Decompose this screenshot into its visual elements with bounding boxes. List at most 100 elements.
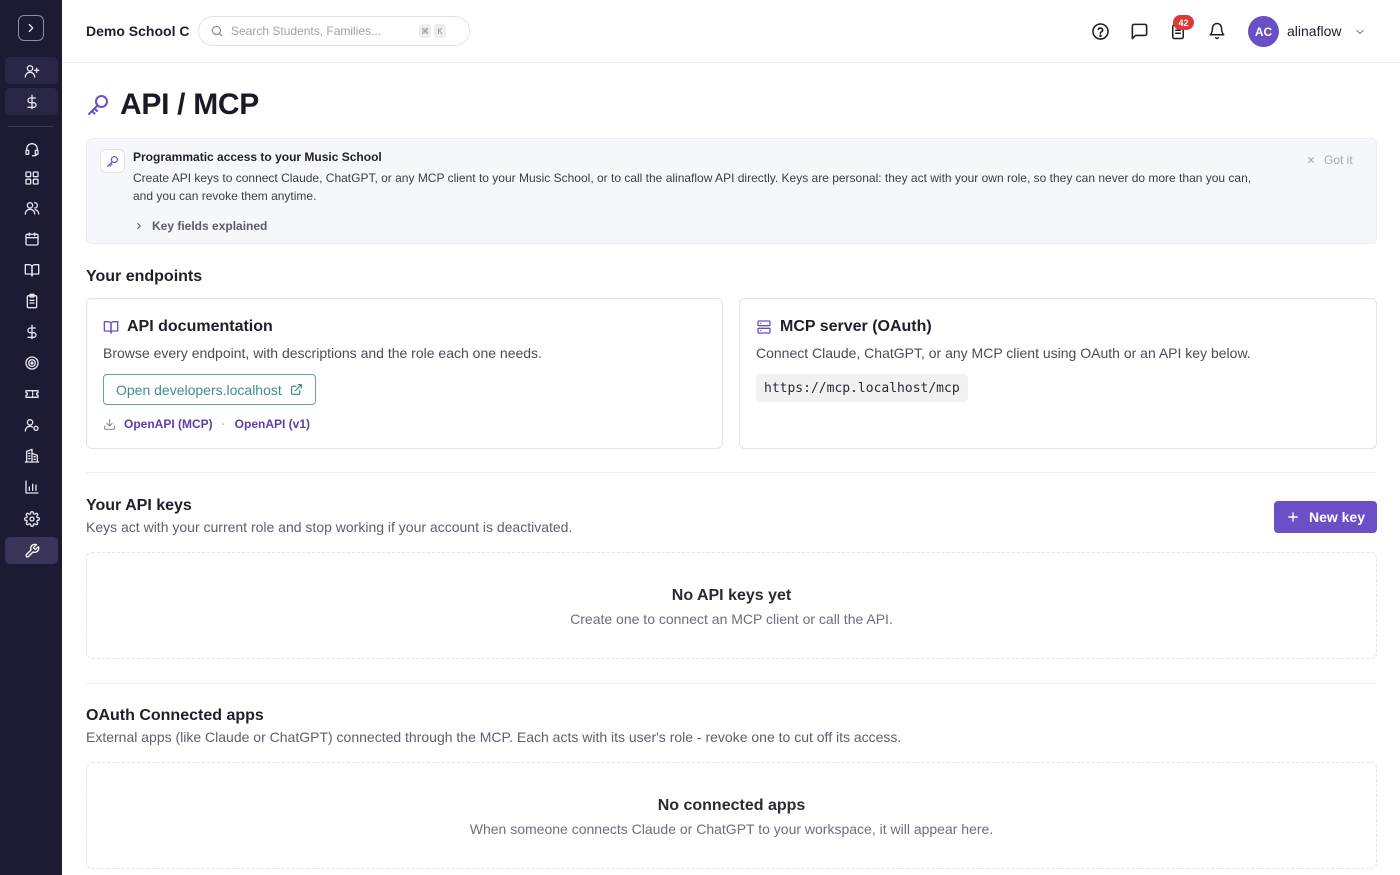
notifications-button[interactable] [1207, 21, 1227, 41]
oauth-apps-section-subtitle: External apps (like Claude or ChatGPT) c… [86, 729, 902, 745]
search-shortcut-k: K [434, 24, 446, 38]
avatar[interactable]: AC [1248, 16, 1279, 47]
api-documentation-title: API documentation [127, 318, 273, 335]
banner-title: Programmatic access to your Music School [133, 150, 382, 164]
sidebar-item-billing[interactable] [5, 88, 58, 115]
tasks-count-badge: 42 [1173, 15, 1194, 30]
page-title: API / MCP [120, 88, 259, 121]
external-link-icon [290, 384, 302, 395]
mcp-server-card: MCP server (OAuth) Connect Claude, ChatG… [739, 298, 1377, 449]
dismiss-banner-button[interactable]: Got it [1306, 153, 1353, 167]
sidebar-item-support[interactable] [5, 135, 58, 162]
help-circle-icon [1091, 22, 1109, 40]
sidebar-divider [8, 126, 54, 127]
sidebar-item-payments[interactable] [5, 318, 58, 345]
chevron-right-icon [28, 23, 34, 33]
wrench-icon [24, 543, 39, 558]
sidebar-item-staff[interactable] [5, 411, 58, 438]
oauth-apps-empty-title: No connected apps [657, 797, 806, 814]
open-developers-button[interactable]: Open developers.localhost [103, 374, 316, 405]
openapi-v1-link[interactable]: OpenAPI (v1) [235, 417, 310, 431]
endpoints-section-title: Your endpoints [86, 268, 203, 285]
openapi-links: OpenAPI (MCP) · OpenAPI (v1) [103, 417, 310, 431]
search-bar[interactable]: ⌘ K [198, 16, 470, 46]
sidebar-item-people[interactable] [5, 194, 58, 221]
mcp-url[interactable]: https://mcp.localhost/mcp [756, 374, 968, 402]
info-banner: Programmatic access to your Music School… [86, 138, 1377, 244]
api-keys-empty-subtitle: Create one to connect an MCP client or c… [570, 611, 893, 627]
search-icon [211, 25, 223, 37]
user-settings-icon [24, 418, 39, 432]
new-key-button[interactable]: New key [1274, 501, 1377, 533]
message-square-icon [1131, 23, 1147, 39]
building-icon [24, 448, 39, 463]
chevron-right-icon [137, 222, 141, 230]
help-button[interactable] [1090, 21, 1110, 41]
sidebar-item-developer-tools[interactable] [5, 537, 58, 564]
page-header: API / MCP [86, 88, 259, 122]
headset-icon [24, 142, 39, 156]
dollar-icon [26, 94, 37, 109]
ticket-icon [24, 389, 39, 398]
link-separator: · [221, 417, 226, 431]
key-fields-toggle[interactable]: Key fields explained [134, 219, 267, 233]
sidebar-item-tasks[interactable] [5, 287, 58, 314]
close-icon [1308, 157, 1314, 163]
gear-icon [23, 510, 40, 527]
clipboard-icon [26, 293, 37, 308]
messages-button[interactable] [1129, 21, 1149, 41]
sidebar [0, 0, 62, 875]
sidebar-item-locations[interactable] [5, 442, 58, 469]
api-keys-section-subtitle: Keys act with your current role and stop… [86, 519, 573, 535]
oauth-apps-section-title: OAuth Connected apps [86, 707, 264, 724]
new-key-label: New key [1308, 509, 1366, 525]
chevron-down-icon[interactable] [1354, 26, 1366, 38]
oauth-apps-empty-subtitle: When someone connects Claude or ChatGPT … [469, 821, 994, 837]
search-input[interactable] [231, 24, 416, 38]
sidebar-item-tickets[interactable] [5, 380, 58, 407]
dismiss-banner-label: Got it [1324, 153, 1353, 167]
sidebar-item-calendar[interactable] [5, 225, 58, 252]
api-keys-empty-state: No API keys yet Create one to connect an… [86, 552, 1377, 659]
school-name[interactable]: Demo School C [86, 23, 189, 39]
open-developers-label: Open developers.localhost [116, 381, 282, 398]
key-icon [107, 155, 118, 167]
plus-icon [1288, 512, 1298, 522]
bar-chart-icon [24, 479, 39, 494]
openapi-mcp-link[interactable]: OpenAPI (MCP) [124, 417, 213, 431]
user-plus-icon [24, 64, 39, 78]
sidebar-item-reports[interactable] [5, 473, 58, 500]
book-open-icon [103, 321, 119, 334]
sidebar-item-add-user[interactable] [5, 57, 58, 84]
calendar-icon [24, 231, 39, 246]
book-open-icon [24, 263, 39, 277]
key-fields-toggle-label: Key fields explained [152, 219, 268, 233]
dollar-icon [26, 324, 37, 339]
section-divider [86, 683, 1377, 684]
target-icon [24, 355, 39, 370]
sidebar-item-library[interactable] [5, 256, 58, 283]
topbar: Demo School C ⌘ K 42 AC alinaflow [62, 0, 1400, 63]
sidebar-toggle-button[interactable] [18, 15, 44, 41]
api-keys-empty-title: No API keys yet [671, 587, 792, 604]
download-icon [104, 418, 115, 430]
sidebar-item-settings[interactable] [5, 505, 58, 532]
users-icon [24, 201, 39, 215]
dashboard-grid-icon [24, 170, 39, 185]
banner-description: Create API keys to connect Claude, ChatG… [133, 171, 1252, 203]
api-documentation-description: Browse every endpoint, with descriptions… [103, 345, 542, 361]
sidebar-item-goals[interactable] [5, 349, 58, 376]
search-shortcut-cmd: ⌘ [419, 24, 431, 38]
key-icon [88, 95, 108, 115]
banner-icon [100, 149, 125, 173]
section-divider [86, 472, 1377, 473]
api-keys-section-title: Your API keys [86, 497, 192, 514]
server-icon [757, 320, 771, 334]
mcp-server-description: Connect Claude, ChatGPT, or any MCP clie… [756, 345, 1251, 361]
bell-icon [1209, 22, 1225, 40]
username[interactable]: alinaflow [1287, 23, 1341, 39]
api-documentation-card: API documentation Browse every endpoint,… [86, 298, 723, 449]
mcp-server-title: MCP server (OAuth) [780, 318, 932, 335]
sidebar-item-dashboard[interactable] [5, 164, 58, 191]
oauth-apps-empty-state: No connected apps When someone connects … [86, 762, 1377, 869]
